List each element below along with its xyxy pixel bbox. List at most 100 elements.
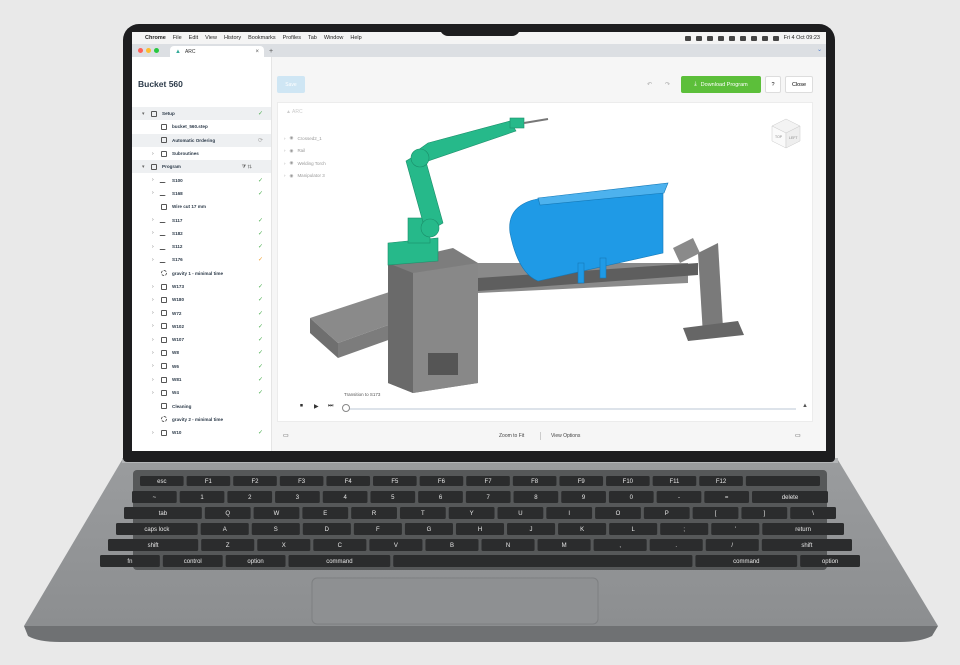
menu-help[interactable]: Help: [350, 35, 361, 41]
menubar-clock[interactable]: Fri 4 Oct 09:23: [784, 35, 820, 41]
chevron-down-icon[interactable]: ▾: [142, 164, 145, 170]
panel-right-icon[interactable]: ▭: [795, 432, 801, 439]
chevron-right-icon[interactable]: ›: [152, 284, 154, 290]
save-button[interactable]: Save: [277, 76, 305, 93]
timeline-scrubber[interactable]: [342, 404, 350, 412]
key: [399, 507, 446, 519]
menu-file[interactable]: File: [173, 35, 182, 41]
arc-app: Bucket 560 ▾ Setup ✓ bucket_560.step Automat…: [132, 57, 826, 451]
play-icon[interactable]: ▶: [314, 403, 319, 410]
chevron-right-icon[interactable]: ›: [152, 323, 154, 329]
3d-viewport[interactable]: ▲ ARC › ◉ Crossed2_1 › ◉ Rail › ◉ Welding Torc…: [277, 102, 813, 422]
tree-row[interactable]: › W72 ✓: [132, 306, 271, 319]
chevron-right-icon[interactable]: ›: [152, 390, 154, 396]
tree-row[interactable]: › S117 ✓: [132, 213, 271, 226]
expand-timeline-icon[interactable]: ▲: [802, 403, 808, 409]
status-icon[interactable]: [706, 35, 713, 41]
wifi-icon[interactable]: [750, 35, 757, 41]
tree-row[interactable]: › W4 ✓: [132, 386, 271, 399]
new-tab-button[interactable]: +: [269, 46, 273, 57]
chevron-right-icon[interactable]: ›: [152, 377, 154, 383]
close-window-icon[interactable]: [138, 48, 143, 53]
chevron-right-icon[interactable]: ›: [152, 297, 154, 303]
chevron-right-icon[interactable]: ›: [152, 363, 154, 369]
tree-row[interactable]: › W8 ✓: [132, 346, 271, 359]
menu-history[interactable]: History: [224, 35, 241, 41]
chevron-right-icon[interactable]: ›: [152, 430, 154, 436]
tree-row[interactable]: › S168 ✓: [132, 187, 271, 200]
tree-row[interactable]: › Subroutines: [132, 147, 271, 160]
tree-row[interactable]: Automatic Ordering ⟳: [132, 133, 271, 147]
menu-window[interactable]: Window: [324, 35, 344, 41]
tree-row[interactable]: ▾ Setup ✓: [132, 107, 271, 121]
chevron-down-icon[interactable]: ▾: [142, 111, 145, 117]
menu-app-name[interactable]: Chrome: [145, 35, 166, 41]
chevron-right-icon[interactable]: ›: [152, 337, 154, 343]
timeline-track[interactable]: [346, 408, 796, 410]
chevron-right-icon[interactable]: ›: [152, 350, 154, 356]
redo-icon[interactable]: ↷: [665, 81, 670, 88]
menu-edit[interactable]: Edit: [189, 35, 198, 41]
tree-row[interactable]: › W102 ✓: [132, 320, 271, 333]
tree-row[interactable]: ▾ Program ⧩ ⇅: [132, 160, 271, 174]
tree-row[interactable]: bucket_560.step: [132, 120, 271, 133]
status-icon[interactable]: [684, 35, 691, 41]
box-icon: [151, 163, 157, 170]
tree-row[interactable]: gravity 2 - minimal time: [132, 413, 271, 426]
tree-row[interactable]: Cleaning: [132, 400, 271, 413]
close-tab-icon[interactable]: ×: [255, 49, 259, 55]
chevron-right-icon[interactable]: ›: [152, 217, 154, 223]
tree-row[interactable]: › S100 ✓: [132, 173, 271, 186]
tab-search-icon[interactable]: ⌄: [817, 46, 822, 53]
status-icon[interactable]: [739, 35, 746, 41]
control-center-icon[interactable]: [772, 35, 779, 41]
menu-tab[interactable]: Tab: [308, 35, 317, 41]
tree-row[interactable]: gravity 1 - minimal time: [132, 267, 271, 280]
tree-row[interactable]: Wire cut 17 mm: [132, 200, 271, 213]
tree-row[interactable]: › S182 ✓: [132, 227, 271, 240]
undo-icon[interactable]: ↶: [647, 81, 652, 88]
chevron-right-icon[interactable]: ›: [152, 310, 154, 316]
skip-forward-icon[interactable]: ⏭: [328, 403, 333, 410]
zoom-to-fit-button[interactable]: Zoom to Fit: [499, 433, 524, 439]
menu-profiles[interactable]: Profiles: [283, 35, 301, 41]
check-icon: ✓: [257, 323, 263, 330]
filter-sort-icon[interactable]: ⧩ ⇅: [242, 164, 252, 170]
key: [288, 555, 391, 567]
browser-tab[interactable]: ▲ ARC ×: [170, 46, 264, 57]
download-program-button[interactable]: ⤓ Download Program: [681, 76, 761, 93]
help-button[interactable]: ?: [765, 76, 781, 93]
menu-bookmarks[interactable]: Bookmarks: [248, 35, 276, 41]
tree-row[interactable]: › W173 ✓: [132, 280, 271, 293]
tree-row[interactable]: › W180 ✓: [132, 293, 271, 306]
view-options-button[interactable]: View Options: [551, 433, 580, 439]
tree-row[interactable]: › W6 ✓: [132, 360, 271, 373]
tree-row[interactable]: › W10 ✓: [132, 426, 271, 439]
bluetooth-icon[interactable]: [695, 35, 702, 41]
chevron-right-icon[interactable]: ›: [152, 190, 154, 196]
maximize-window-icon[interactable]: [154, 48, 159, 53]
menu-view[interactable]: View: [205, 35, 217, 41]
status-icon[interactable]: [728, 35, 735, 41]
search-icon[interactable]: [761, 35, 768, 41]
tree-row[interactable]: › S176 ✓: [132, 253, 271, 266]
status-icon[interactable]: [717, 35, 724, 41]
minimize-window-icon[interactable]: [146, 48, 151, 53]
close-button[interactable]: Close: [785, 76, 813, 93]
chevron-right-icon[interactable]: ›: [152, 244, 154, 250]
stop-icon[interactable]: ⏹: [300, 403, 303, 410]
tree-row[interactable]: › S112 ✓: [132, 240, 271, 253]
tree-row[interactable]: › W81 ✓: [132, 373, 271, 386]
tree-row[interactable]: › W107 ✓: [132, 333, 271, 346]
chevron-right-icon[interactable]: ›: [152, 151, 154, 157]
chevron-right-icon[interactable]: ›: [152, 177, 154, 183]
panel-toggle-icon[interactable]: ▭: [283, 432, 289, 439]
key-label: T: [421, 511, 425, 517]
check-icon: ✓: [257, 244, 263, 251]
key-label: F1: [205, 479, 213, 485]
key: [660, 523, 709, 535]
chevron-right-icon[interactable]: ›: [152, 230, 154, 236]
tree-row-label: S112: [172, 244, 183, 250]
check-icon: ✓: [257, 177, 263, 184]
chevron-right-icon[interactable]: ›: [152, 257, 154, 263]
